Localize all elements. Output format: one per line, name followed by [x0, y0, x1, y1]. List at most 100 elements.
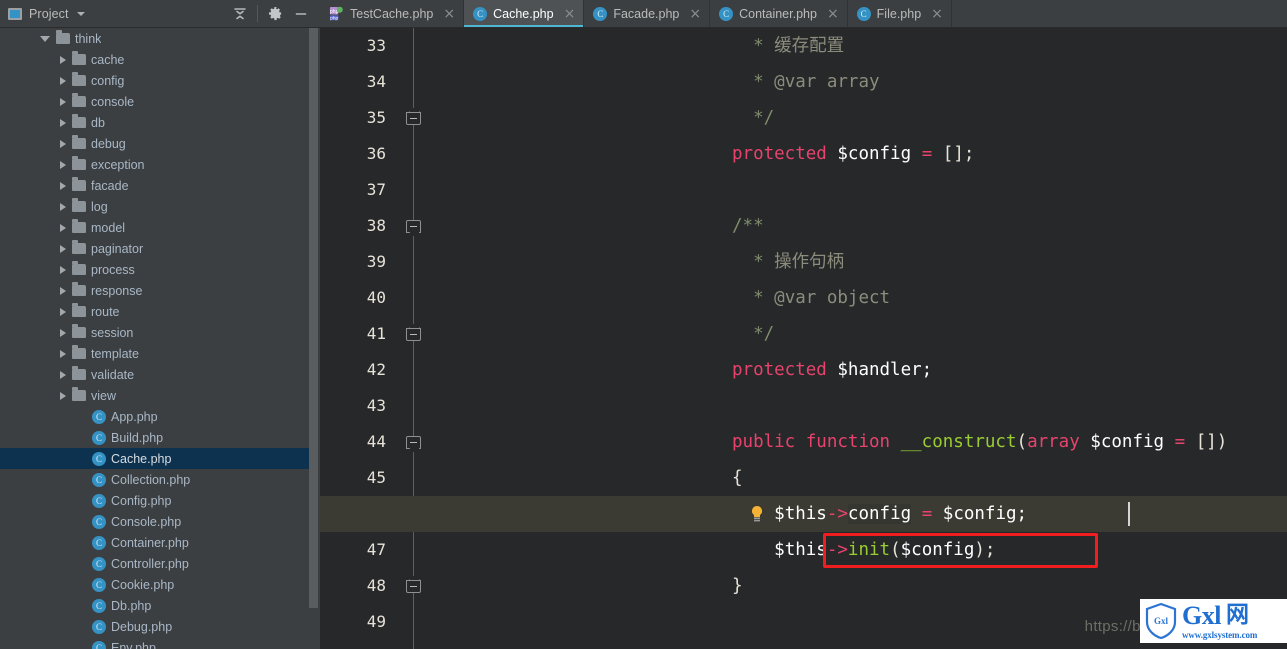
collapse-all-button[interactable]	[227, 1, 253, 27]
code-line-36[interactable]: protected $config = [];	[320, 136, 1287, 172]
chevron-right-icon[interactable]	[60, 97, 66, 106]
tree-folder-log[interactable]: log	[0, 196, 320, 217]
tree-folder-process[interactable]: process	[0, 259, 320, 280]
project-tree[interactable]: think cache config console db debug exception f…	[0, 28, 320, 649]
code-token: *	[732, 288, 775, 308]
tree-file-collection-php[interactable]: C Collection.php	[0, 469, 320, 490]
code-line-39[interactable]: * 操作句柄	[320, 244, 1287, 280]
editor-tab-facade-php[interactable]: C Facade.php ×	[584, 0, 711, 27]
code-line-37[interactable]	[320, 172, 1287, 208]
code-line-46[interactable]: $this->config = $config;	[320, 496, 1287, 532]
hide-panel-button[interactable]	[288, 1, 314, 27]
tree-file-debug-php[interactable]: C Debug.php	[0, 616, 320, 637]
code-line-47[interactable]: $this->init($config);	[320, 532, 1287, 568]
chevron-right-icon[interactable]	[60, 370, 66, 379]
tree-item-label: Collection.php	[111, 472, 191, 487]
editor-tab-container-php[interactable]: C Container.php ×	[710, 0, 848, 27]
code-line-text: protected $handler;	[732, 352, 932, 388]
chevron-right-icon[interactable]	[60, 349, 66, 358]
code-line-40[interactable]: * @var object	[320, 280, 1287, 316]
chevron-right-icon[interactable]	[60, 286, 66, 295]
tree-file-container-php[interactable]: C Container.php	[0, 532, 320, 553]
tab-close-icon[interactable]: ×	[931, 7, 943, 21]
chevron-right-icon[interactable]	[60, 202, 66, 211]
tree-folder-session[interactable]: session	[0, 322, 320, 343]
tree-file-db-php[interactable]: C Db.php	[0, 595, 320, 616]
code-line-text: /**	[732, 208, 764, 244]
tree-file-build-php[interactable]: C Build.php	[0, 427, 320, 448]
sidebar-scrollbar-thumb[interactable]	[309, 28, 318, 608]
chevron-right-icon[interactable]	[60, 265, 66, 274]
folder-icon	[72, 156, 86, 170]
chevron-down-icon[interactable]	[76, 11, 85, 16]
tree-folder-response[interactable]: response	[0, 280, 320, 301]
editor-tab-cache-php[interactable]: C Cache.php ×	[464, 0, 585, 27]
tab-close-icon[interactable]: ×	[443, 7, 455, 21]
chevron-right-icon[interactable]	[60, 223, 66, 232]
tree-folder-db[interactable]: db	[0, 112, 320, 133]
editor-tab-bar[interactable]: php php TestCache.php × C Cache.php × C Facade.p…	[320, 0, 1287, 28]
tree-file-console-php[interactable]: C Console.php	[0, 511, 320, 532]
tab-close-icon[interactable]: ×	[689, 7, 701, 21]
tree-file-cache-php[interactable]: C Cache.php	[0, 448, 320, 469]
chevron-right-icon[interactable]	[60, 328, 66, 337]
tree-folder-think[interactable]: think	[0, 28, 320, 49]
tree-folder-template[interactable]: template	[0, 343, 320, 364]
php-class-icon: C	[92, 451, 106, 466]
code-line-34[interactable]: * @var array	[320, 64, 1287, 100]
code-line-35[interactable]: */	[320, 100, 1287, 136]
chevron-right-icon[interactable]	[60, 181, 66, 190]
code-line-38[interactable]: /**	[320, 208, 1287, 244]
chevron-right-icon[interactable]	[60, 139, 66, 148]
code-line-text: $this->config = $config;	[732, 496, 1027, 532]
editor-tab-file-php[interactable]: C File.php ×	[848, 0, 952, 27]
tree-folder-console[interactable]: console	[0, 91, 320, 112]
tree-file-app-php[interactable]: C App.php	[0, 406, 320, 427]
chevron-right-icon[interactable]	[60, 307, 66, 316]
editor-tab-testcache-php[interactable]: php php TestCache.php ×	[320, 0, 465, 27]
code-line-44[interactable]: public function __construct(array $confi…	[320, 424, 1287, 460]
tree-folder-paginator[interactable]: paginator	[0, 238, 320, 259]
tree-folder-cache[interactable]: cache	[0, 49, 320, 70]
sidebar-scrollbar-track[interactable]	[309, 28, 320, 649]
code-editor[interactable]: 3334353637383940414243444546474849 * 缓存配…	[320, 28, 1287, 649]
tree-item-label: App.php	[111, 409, 158, 424]
tree-file-controller-php[interactable]: C Controller.php	[0, 553, 320, 574]
code-token: config	[847, 504, 912, 524]
php-class-icon: C	[593, 6, 608, 21]
code-line-text: protected $config = [];	[732, 136, 974, 172]
tab-close-icon[interactable]: ×	[564, 7, 576, 21]
code-line-42[interactable]: protected $handler;	[320, 352, 1287, 388]
tree-folder-validate[interactable]: validate	[0, 364, 320, 385]
php-test-icon: php php	[329, 6, 344, 21]
chevron-right-icon[interactable]	[60, 55, 66, 64]
chevron-right-icon[interactable]	[60, 118, 66, 127]
tree-folder-config[interactable]: config	[0, 70, 320, 91]
watermark-brand-cn: 网	[1225, 602, 1249, 628]
intention-bulb-icon[interactable]	[750, 505, 764, 523]
tree-folder-view[interactable]: view	[0, 385, 320, 406]
code-line-33[interactable]: * 缓存配置	[320, 28, 1287, 64]
code-token: protected	[732, 360, 827, 380]
chevron-right-icon[interactable]	[60, 76, 66, 85]
tree-folder-route[interactable]: route	[0, 301, 320, 322]
chevron-right-icon[interactable]	[60, 160, 66, 169]
tree-file-config-php[interactable]: C Config.php	[0, 490, 320, 511]
tree-folder-model[interactable]: model	[0, 217, 320, 238]
settings-button[interactable]	[262, 1, 288, 27]
tree-file-env-php[interactable]: C Env.php	[0, 637, 320, 649]
chevron-right-icon[interactable]	[60, 244, 66, 253]
tree-folder-exception[interactable]: exception	[0, 154, 320, 175]
chevron-down-icon[interactable]	[40, 35, 50, 42]
tree-folder-debug[interactable]: debug	[0, 133, 320, 154]
tree-item-label: exception	[91, 157, 145, 172]
code-line-41[interactable]: */	[320, 316, 1287, 352]
chevron-right-icon[interactable]	[60, 391, 66, 400]
shield-badge-text: Gxl	[1154, 616, 1169, 626]
code-line-45[interactable]: {	[320, 460, 1287, 496]
tab-close-icon[interactable]: ×	[827, 7, 839, 21]
code-line-43[interactable]	[320, 388, 1287, 424]
tree-file-cookie-php[interactable]: C Cookie.php	[0, 574, 320, 595]
tree-folder-facade[interactable]: facade	[0, 175, 320, 196]
